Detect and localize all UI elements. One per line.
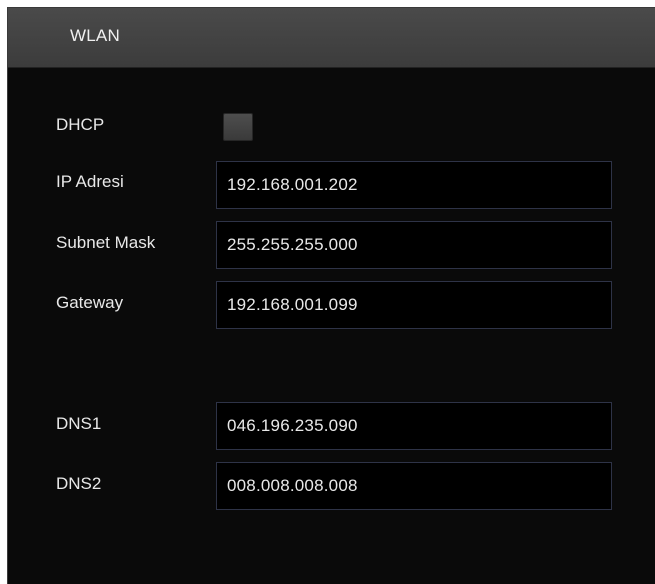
gateway-field[interactable] bbox=[216, 281, 612, 329]
dhcp-checkbox[interactable] bbox=[223, 113, 253, 141]
wlan-settings-panel: WLAN DHCP IP Adresi Subnet Mask Gateway … bbox=[7, 7, 655, 584]
title-bar: WLAN bbox=[8, 8, 655, 68]
dhcp-label: DHCP bbox=[56, 115, 105, 134]
subnet-mask-label: Subnet Mask bbox=[56, 233, 156, 252]
dns1-label: DNS1 bbox=[56, 414, 102, 433]
dns1-field[interactable] bbox=[216, 402, 612, 450]
subnet-mask-field[interactable] bbox=[216, 221, 612, 269]
panel-title: WLAN bbox=[70, 26, 120, 45]
ip-address-label: IP Adresi bbox=[56, 172, 124, 191]
ip-address-field[interactable] bbox=[216, 161, 612, 209]
dns2-field[interactable] bbox=[216, 462, 612, 510]
dns2-label: DNS2 bbox=[56, 474, 102, 493]
gateway-label: Gateway bbox=[56, 293, 124, 312]
